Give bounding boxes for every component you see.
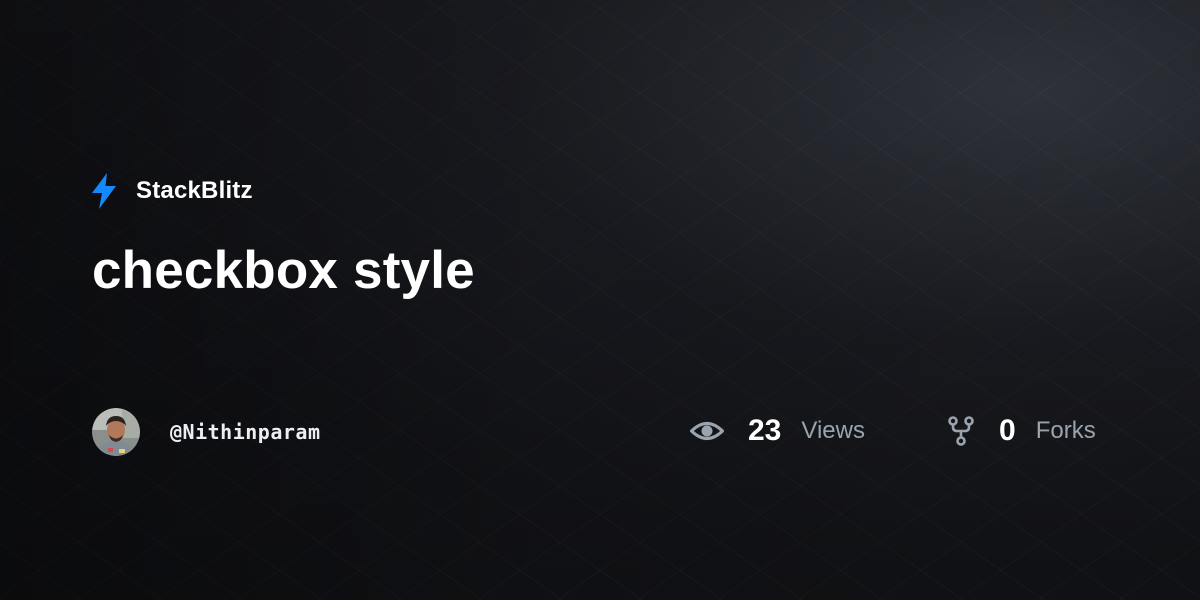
avatar[interactable] [92, 408, 140, 456]
views-label: Views [801, 417, 865, 444]
brand-name: StackBlitz [136, 177, 253, 204]
forks-label: Forks [1035, 417, 1096, 444]
forks-stat: 0 Forks [947, 414, 1096, 448]
fork-icon [948, 416, 974, 446]
author-username[interactable]: @Nithinparam [170, 420, 321, 444]
author-info: @Nithinparam [92, 408, 321, 456]
views-count: 23 [748, 414, 782, 447]
views-stat: 23 Views [690, 414, 865, 448]
project-title: checkbox style [92, 241, 475, 300]
brand-logo[interactable]: StackBlitz [90, 173, 253, 209]
eye-icon [690, 422, 724, 440]
stackblitz-share-card: StackBlitz checkbox style @Nithinparam 2… [0, 0, 1200, 600]
forks-count: 0 [999, 414, 1016, 447]
lightning-bolt-icon [92, 173, 116, 209]
